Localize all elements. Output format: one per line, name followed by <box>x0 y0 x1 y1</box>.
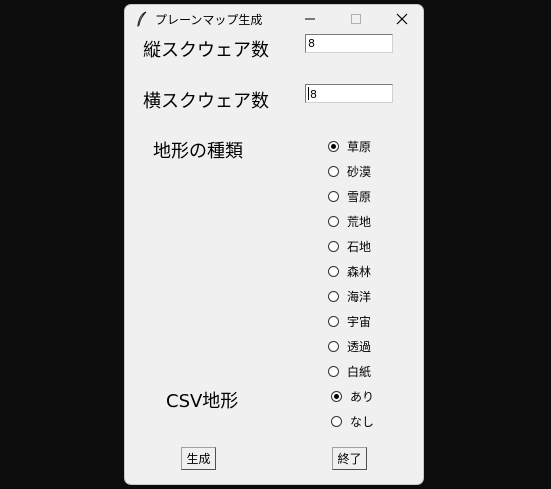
radio-unselected <box>328 290 339 302</box>
feather-icon <box>137 11 147 27</box>
terrain-radio-stone[interactable]: 石地 <box>328 238 371 254</box>
maximize-button[interactable] <box>333 5 379 33</box>
app-window: プレーンマップ生成 縦スクウェア数 8 横スクウェア数 8 地形の種類 草原 砂… <box>124 4 424 485</box>
csv-label: CSV地形 <box>166 391 239 412</box>
terrain-radio-grassland[interactable]: 草原 <box>328 138 371 154</box>
radio-unselected <box>328 315 339 327</box>
terrain-radio-space[interactable]: 宇宙 <box>328 313 371 329</box>
cols-label: 横スクウェア数 <box>143 91 269 112</box>
radio-selected <box>331 390 342 402</box>
rows-label: 縦スクウェア数 <box>143 40 269 61</box>
terrain-radio-snowfield[interactable]: 雪原 <box>328 188 371 204</box>
exit-button[interactable]: 終了 <box>332 447 367 470</box>
terrain-radio-transparent[interactable]: 透過 <box>328 338 371 354</box>
window-title: プレーンマップ生成 <box>155 13 263 27</box>
radio-unselected <box>328 340 339 352</box>
terrain-radio-blank[interactable]: 白紙 <box>328 363 371 379</box>
maximize-icon <box>351 14 361 24</box>
terrain-radio-desert[interactable]: 砂漠 <box>328 163 371 179</box>
terrain-radio-forest[interactable]: 森林 <box>328 263 371 279</box>
radio-selected <box>328 140 339 152</box>
radio-unselected <box>328 365 339 377</box>
radio-unselected <box>328 240 339 252</box>
generate-button[interactable]: 生成 <box>181 447 216 470</box>
radio-unselected <box>328 215 339 227</box>
close-icon <box>396 13 408 25</box>
radio-unselected <box>331 415 342 427</box>
terrain-radio-wasteland[interactable]: 荒地 <box>328 213 371 229</box>
minimize-icon <box>305 18 315 20</box>
csv-radio-no[interactable]: なし <box>331 413 374 429</box>
minimize-button[interactable] <box>287 5 333 33</box>
radio-unselected <box>328 265 339 277</box>
title-bar[interactable]: プレーンマップ生成 <box>125 5 423 33</box>
rows-input[interactable]: 8 <box>305 34 393 53</box>
radio-unselected <box>328 165 339 177</box>
terrain-radio-ocean[interactable]: 海洋 <box>328 288 371 304</box>
text-cursor <box>308 87 309 100</box>
radio-unselected <box>328 190 339 202</box>
terrain-label: 地形の種類 <box>153 141 243 162</box>
close-button[interactable] <box>379 5 423 33</box>
csv-radio-yes[interactable]: あり <box>331 388 374 404</box>
cols-input[interactable]: 8 <box>305 84 393 103</box>
